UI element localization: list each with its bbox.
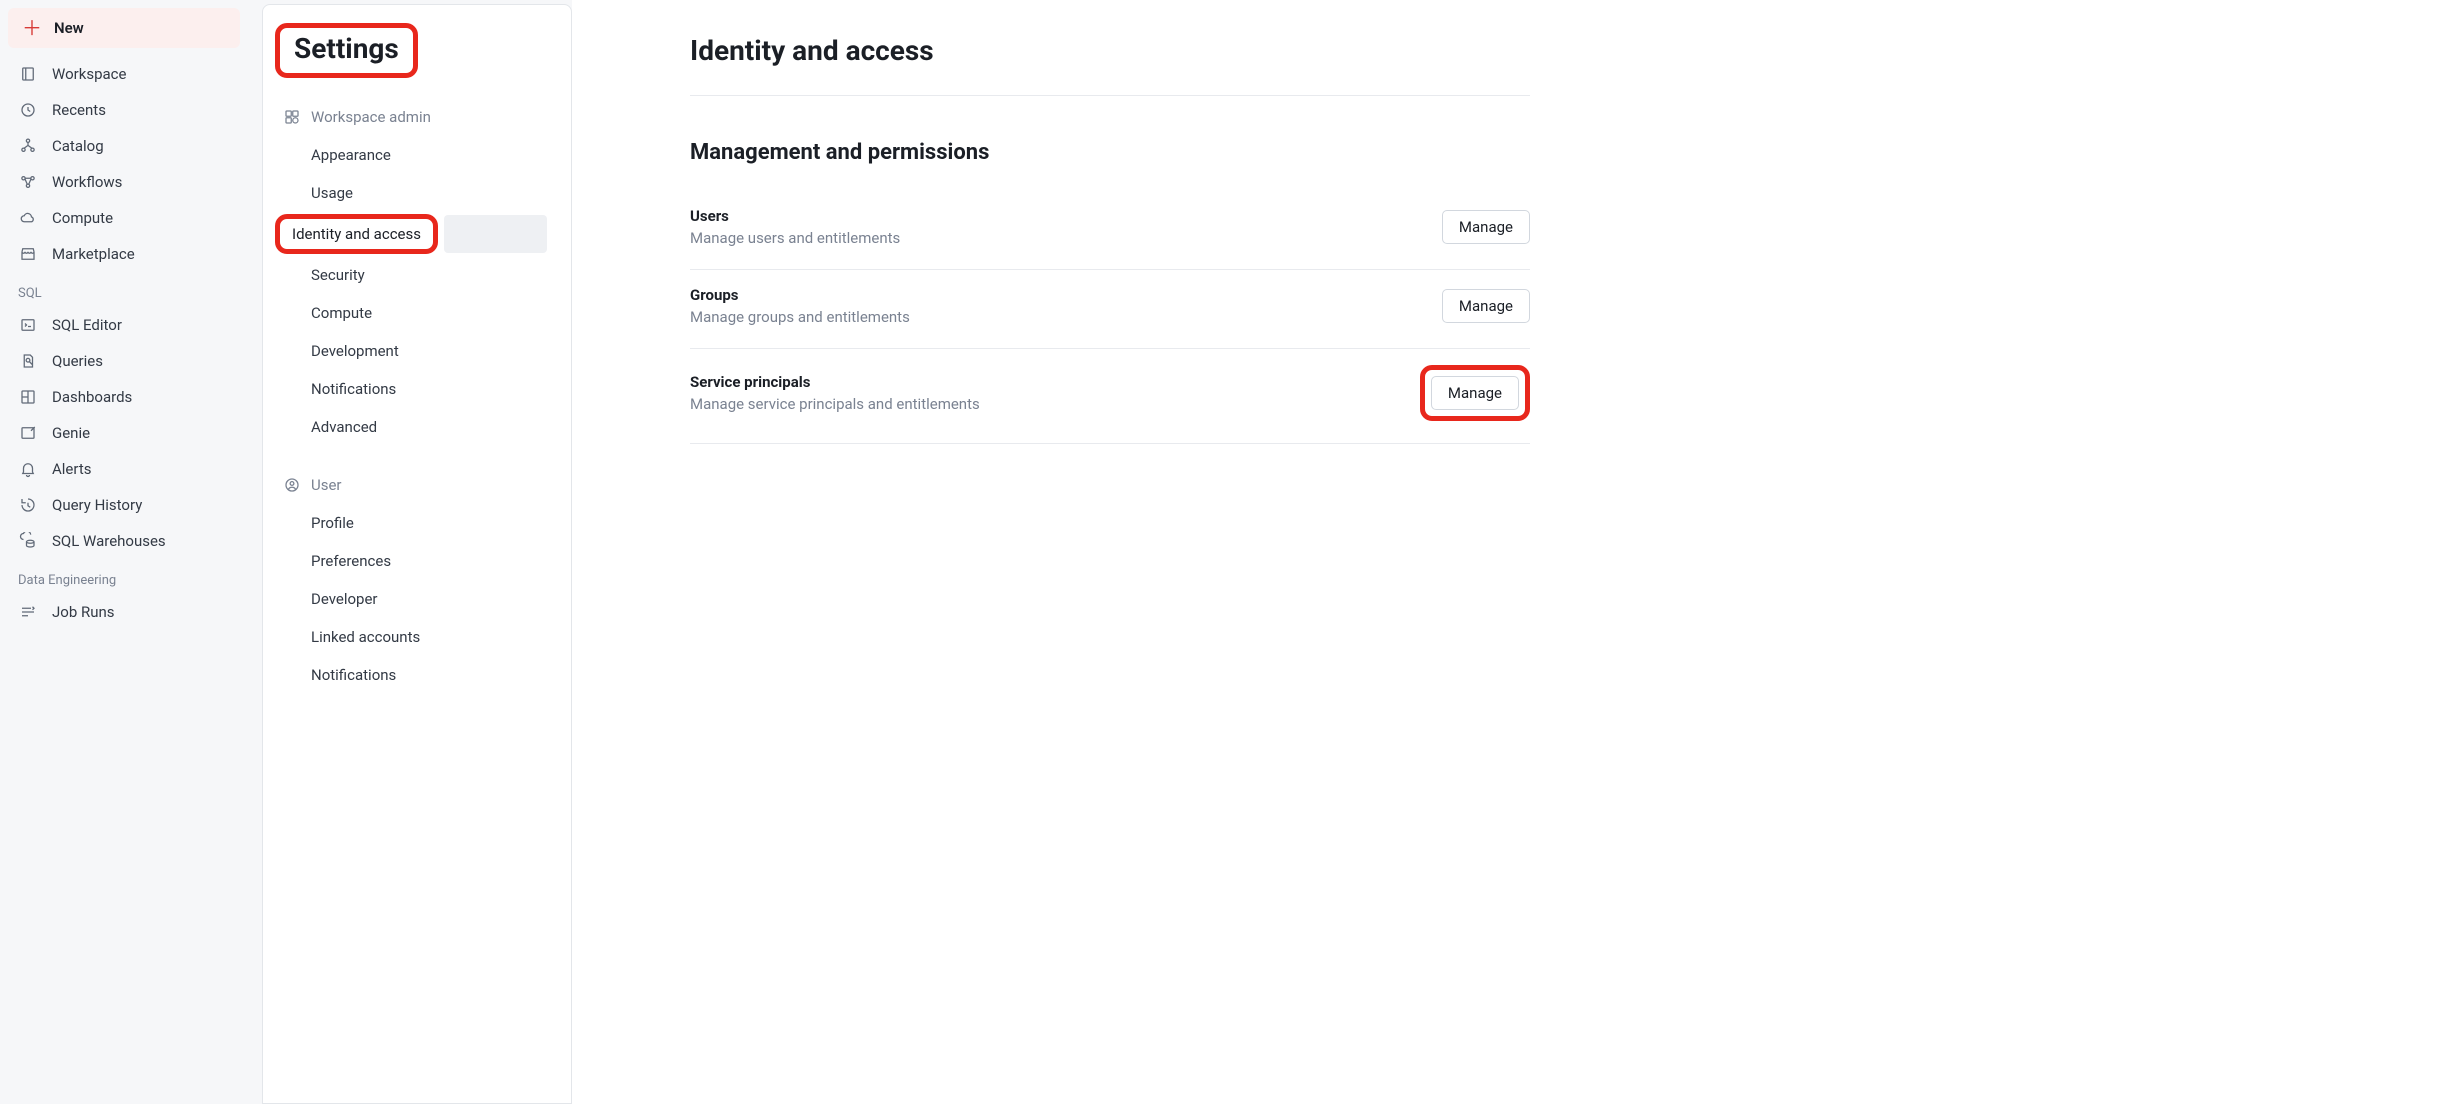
sidebar-item-label: Queries (52, 352, 103, 370)
sidebar-item-workspace[interactable]: Workspace (8, 56, 254, 92)
sidebar-item-dashboards[interactable]: Dashboards (8, 379, 254, 415)
manage-service-principals-button[interactable]: Manage (1431, 376, 1519, 410)
mgmt-desc: Manage groups and entitlements (690, 308, 910, 326)
sidebar-item-label: Alerts (52, 460, 92, 478)
sidebar-item-label: Dashboards (52, 388, 132, 406)
settings-section-label: User (311, 476, 342, 494)
mgmt-text: Service principals Manage service princi… (690, 373, 980, 413)
settings-section-label: Workspace admin (311, 108, 431, 126)
section-title: Management and permissions (690, 140, 2438, 165)
sidebar-item-label: Workflows (52, 173, 122, 191)
settings-item-linked-accounts[interactable]: Linked accounts (263, 618, 571, 656)
admin-icon (283, 108, 301, 126)
settings-item-preferences[interactable]: Preferences (263, 542, 571, 580)
settings-section-user[interactable]: User (263, 466, 571, 504)
manage-users-button[interactable]: Manage (1442, 210, 1530, 244)
main-content: Identity and access Management and permi… (572, 0, 2438, 1104)
settings-item-identity-access[interactable]: Identity and access (263, 212, 571, 256)
jobruns-icon (18, 602, 38, 622)
genie-icon (18, 423, 38, 443)
sidebar-item-sql-warehouses[interactable]: SQL Warehouses (8, 523, 254, 559)
settings-title: Settings (294, 32, 399, 65)
sidebar-item-queries[interactable]: Queries (8, 343, 254, 379)
divider (690, 95, 1530, 96)
sidebar-item-alerts[interactable]: Alerts (8, 451, 254, 487)
settings-item-development[interactable]: Development (263, 332, 571, 370)
settings-item-user-notifications[interactable]: Notifications (263, 656, 571, 694)
sidebar-item-label: Marketplace (52, 245, 135, 263)
sidebar-item-label: Compute (52, 209, 113, 227)
sidebar-item-label: Query History (52, 496, 142, 514)
query-icon (18, 351, 38, 371)
sidebar-item-workflows[interactable]: Workflows (8, 164, 254, 200)
settings-item-advanced[interactable]: Advanced (263, 408, 571, 446)
manage-button-highlight: Manage (1420, 365, 1530, 421)
page-title: Identity and access (690, 34, 2438, 67)
settings-item-security[interactable]: Security (263, 256, 571, 294)
sidebar-item-label: Workspace (52, 65, 126, 83)
new-button[interactable]: ＋ New (8, 8, 240, 48)
sidebar-item-catalog[interactable]: Catalog (8, 128, 254, 164)
mgmt-label: Users (690, 207, 900, 225)
settings-item-highlight: Identity and access (275, 214, 438, 254)
folder-icon (18, 64, 38, 84)
settings-title-highlight: Settings (275, 23, 418, 78)
sidebar-item-label: SQL Warehouses (52, 532, 166, 550)
store-icon (18, 244, 38, 264)
hierarchy-icon (18, 136, 38, 156)
mgmt-label: Groups (690, 286, 910, 304)
sidebar-item-genie[interactable]: Genie (8, 415, 254, 451)
warehouse-icon (18, 531, 38, 551)
mgmt-row-groups: Groups Manage groups and entitlements Ma… (690, 270, 1530, 349)
sidebar-item-recents[interactable]: Recents (8, 92, 254, 128)
mgmt-desc: Manage users and entitlements (690, 229, 900, 247)
sidebar-item-label: Recents (52, 101, 106, 119)
sidebar-item-label: Job Runs (52, 603, 115, 621)
settings-section-workspace-admin[interactable]: Workspace admin (263, 98, 571, 136)
mgmt-row-users: Users Manage users and entitlements Mana… (690, 191, 1530, 270)
settings-item-compute[interactable]: Compute (263, 294, 571, 332)
settings-item-usage[interactable]: Usage (263, 174, 571, 212)
settings-item-profile[interactable]: Profile (263, 504, 571, 542)
settings-item-appearance[interactable]: Appearance (263, 136, 571, 174)
settings-nav: Settings Workspace admin Appearance Usag… (262, 4, 572, 1104)
plus-icon: ＋ (22, 18, 42, 38)
terminal-icon (18, 315, 38, 335)
mgmt-label: Service principals (690, 373, 980, 391)
mgmt-text: Groups Manage groups and entitlements (690, 286, 910, 326)
history-icon (18, 495, 38, 515)
sidebar-item-query-history[interactable]: Query History (8, 487, 254, 523)
manage-groups-button[interactable]: Manage (1442, 289, 1530, 323)
sidebar-section-data-eng: Data Engineering (8, 559, 254, 594)
settings-item-developer[interactable]: Developer (263, 580, 571, 618)
settings-item-selected-bg (444, 215, 547, 253)
workflow-icon (18, 172, 38, 192)
mgmt-text: Users Manage users and entitlements (690, 207, 900, 247)
user-icon (283, 476, 301, 494)
sidebar-item-compute[interactable]: Compute (8, 200, 254, 236)
sidebar-item-label: Catalog (52, 137, 104, 155)
sidebar-item-marketplace[interactable]: Marketplace (8, 236, 254, 272)
sidebar-section-sql: SQL (8, 272, 254, 307)
mgmt-desc: Manage service principals and entitlemen… (690, 395, 980, 413)
sidebar-item-label: Genie (52, 424, 90, 442)
cloud-icon (18, 208, 38, 228)
sidebar-item-label: SQL Editor (52, 316, 122, 334)
new-button-label: New (54, 19, 84, 37)
sidebar-item-job-runs[interactable]: Job Runs (8, 594, 254, 630)
main-sidebar: ＋ New Workspace Recents Catalog (0, 0, 262, 1104)
settings-item-label: Identity and access (292, 225, 421, 243)
clock-icon (18, 100, 38, 120)
settings-item-notifications[interactable]: Notifications (263, 370, 571, 408)
sidebar-item-sql-editor[interactable]: SQL Editor (8, 307, 254, 343)
bell-icon (18, 459, 38, 479)
dashboard-icon (18, 387, 38, 407)
mgmt-row-service-principals: Service principals Manage service princi… (690, 349, 1530, 444)
